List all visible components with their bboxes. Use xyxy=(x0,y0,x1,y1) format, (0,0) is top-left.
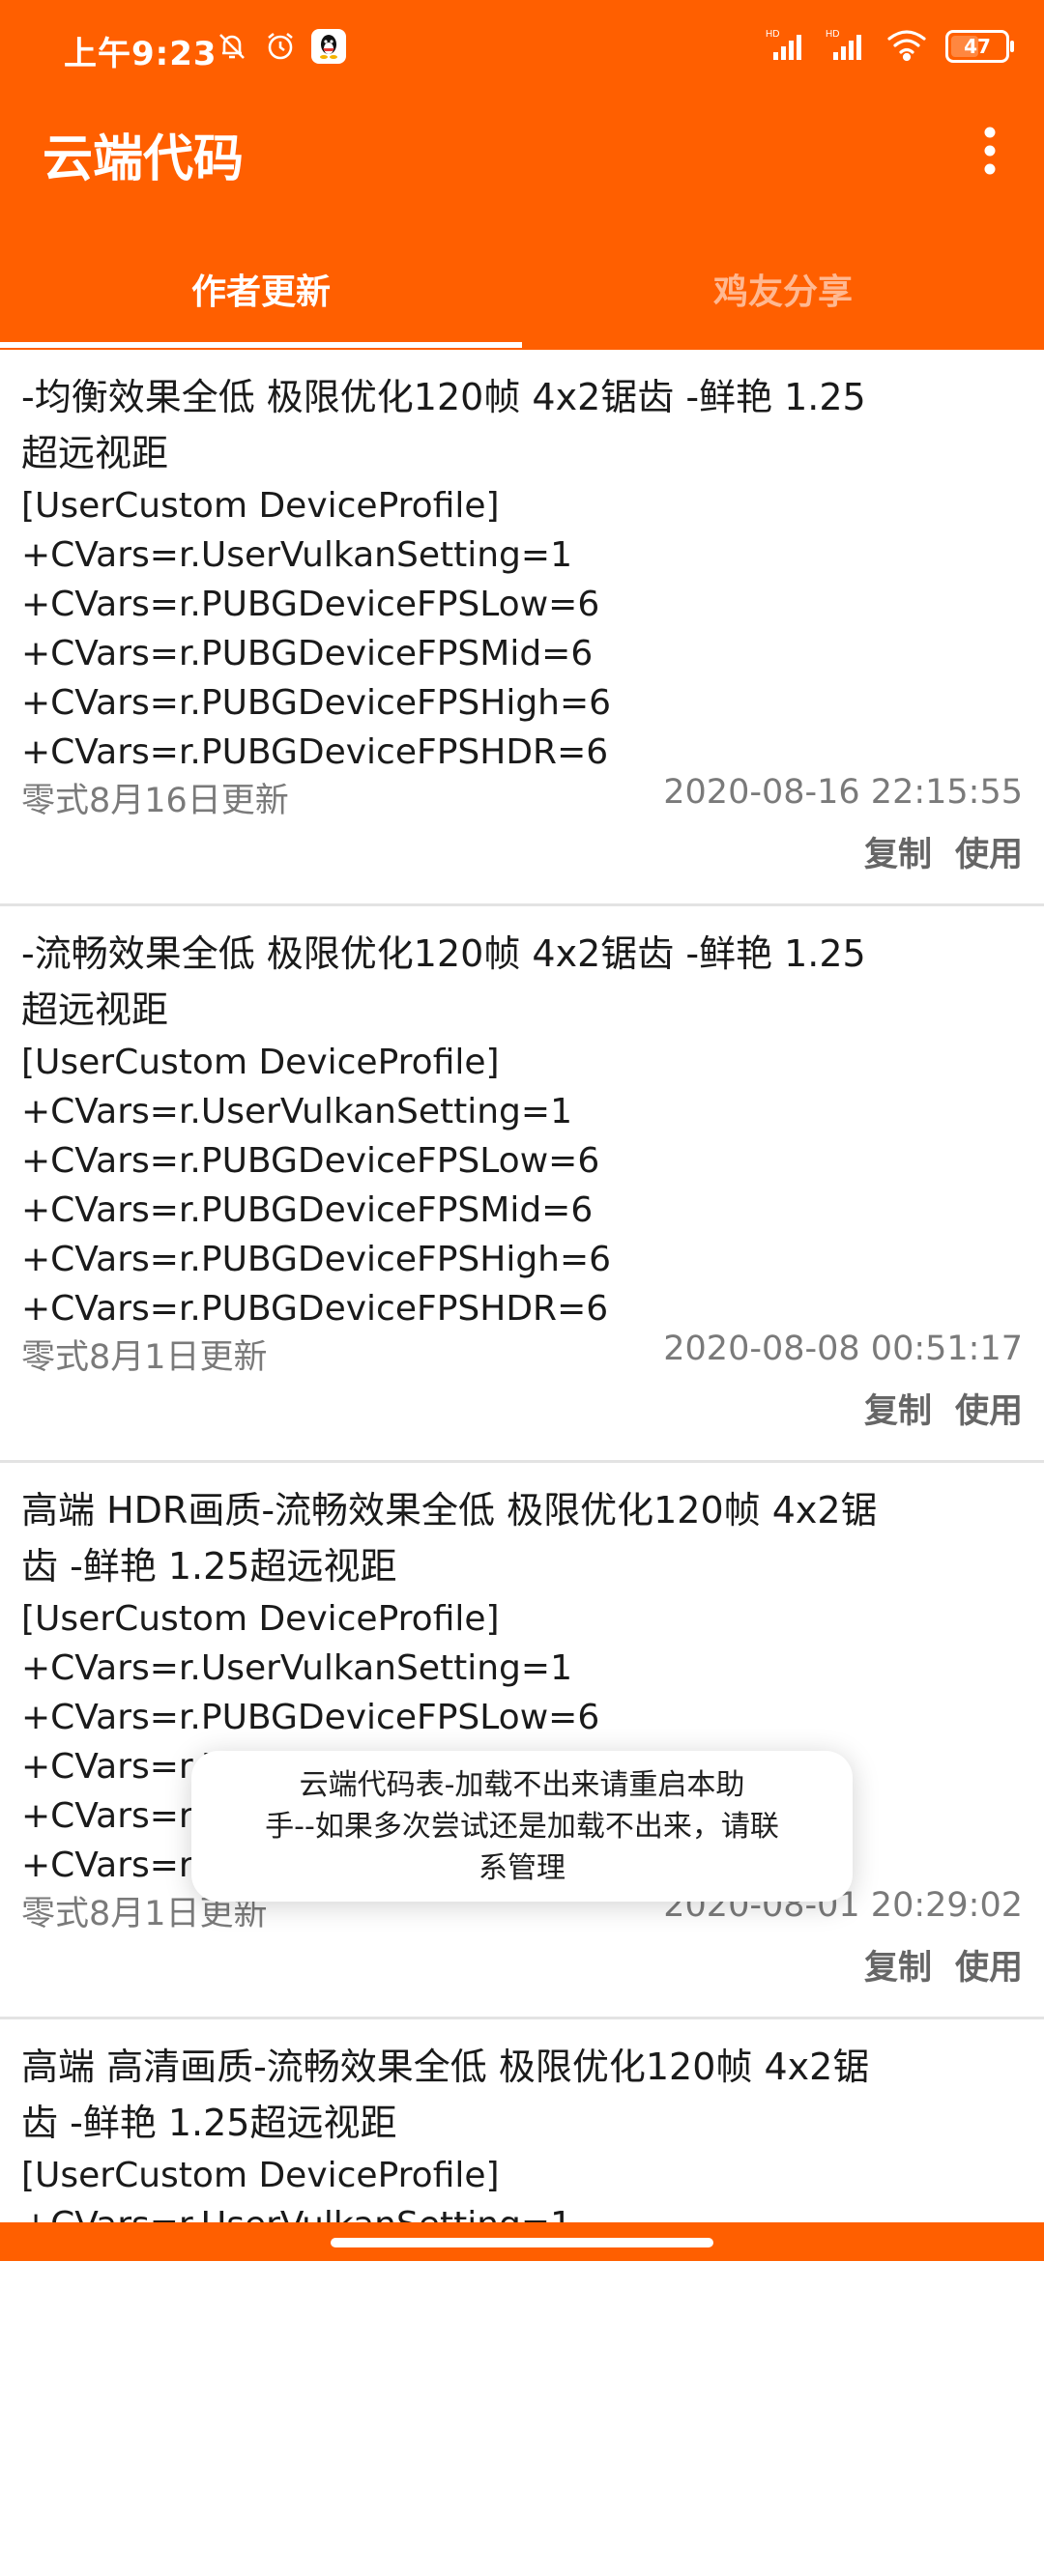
list-item[interactable]: -流畅效果全低 极限优化120帧 4x2锯齿 -鲜艳 1.25 超远视距 [Us… xyxy=(0,906,1044,1463)
item-note: 零式8月1日更新 xyxy=(21,1338,268,1377)
status-bar: 上午9:23 HD HD 47 xyxy=(0,0,1044,97)
copy-button[interactable]: 复制 xyxy=(864,1384,932,1433)
battery-level: 47 xyxy=(964,35,991,58)
bell-off-icon xyxy=(215,29,249,64)
item-date: 2020-08-16 22:15:55 xyxy=(663,773,1023,812)
toast-message: 云端代码表-加载不出来请重启本助 手--如果多次尝试还是加载不出来，请联 系管理 xyxy=(191,1751,853,1902)
item-title: 高端 高清画质-流畅效果全低 极限优化120帧 4x2锯 齿 -鲜艳 1.25超… xyxy=(21,2046,870,2144)
svg-text:HD: HD xyxy=(826,29,839,40)
tab-author-updates[interactable]: 作者更新 xyxy=(0,232,522,346)
alarm-clock-icon xyxy=(263,29,298,64)
signal-icon-2: HD xyxy=(826,27,868,66)
item-actions: 复制 使用 xyxy=(864,827,1023,876)
tab-friends-share[interactable]: 鸡友分享 xyxy=(522,232,1044,346)
status-left-icons xyxy=(215,29,346,64)
item-note: 零式8月16日更新 xyxy=(21,782,289,820)
list-item[interactable]: 高端 HDR画质-流畅效果全低 极限优化120帧 4x2锯 齿 -鲜艳 1.25… xyxy=(0,1463,1044,2019)
signal-icon: HD xyxy=(766,27,808,66)
tab-indicator xyxy=(0,342,522,348)
item-title: -流畅效果全低 极限优化120帧 4x2锯齿 -鲜艳 1.25 超远视距 xyxy=(21,932,866,1031)
list-item[interactable]: 高端 高清画质-流畅效果全低 极限优化120帧 4x2锯 齿 -鲜艳 1.25超… xyxy=(0,2019,1044,2576)
more-vert-icon xyxy=(984,127,996,175)
item-meta: 零式8月16日更新 2020-08-16 22:15:55 xyxy=(21,773,1023,823)
status-right-icons: HD HD 47 xyxy=(766,27,1014,66)
copy-button[interactable]: 复制 xyxy=(864,1940,932,1989)
item-actions: 复制 使用 xyxy=(864,1384,1023,1433)
status-time: 上午9:23 xyxy=(64,35,218,73)
navigation-bar xyxy=(0,2222,1044,2261)
tab-bar: 作者更新 鸡友分享 xyxy=(0,232,1044,350)
item-title: -均衡效果全低 极限优化120帧 4x2锯齿 -鲜艳 1.25 超远视距 xyxy=(21,376,866,474)
use-button[interactable]: 使用 xyxy=(955,827,1023,876)
item-code: [UserCustom DeviceProfile] +CVars=r.User… xyxy=(21,486,612,772)
more-options-button[interactable] xyxy=(961,116,1019,186)
svg-text:HD: HD xyxy=(766,29,779,40)
app-title: 云端代码 xyxy=(43,130,245,188)
use-button[interactable]: 使用 xyxy=(955,1940,1023,1989)
app-bar: 云端代码 xyxy=(0,97,1044,232)
item-date: 2020-08-08 00:51:17 xyxy=(663,1330,1023,1368)
copy-button[interactable]: 复制 xyxy=(864,827,932,876)
home-indicator[interactable] xyxy=(331,2238,713,2247)
item-meta: 零式8月1日更新 2020-08-08 00:51:17 xyxy=(21,1330,1023,1380)
item-actions: 复制 使用 xyxy=(864,1940,1023,1989)
item-title: 高端 HDR画质-流畅效果全低 极限优化120帧 4x2锯 齿 -鲜艳 1.25… xyxy=(21,1489,878,1588)
wifi-icon xyxy=(885,27,928,66)
qq-app-icon xyxy=(311,29,346,64)
battery-icon: 47 xyxy=(945,30,1014,63)
list-item[interactable]: -均衡效果全低 极限优化120帧 4x2锯齿 -鲜艳 1.25 超远视距 [Us… xyxy=(0,350,1044,906)
use-button[interactable]: 使用 xyxy=(955,1384,1023,1433)
item-code: [UserCustom DeviceProfile] +CVars=r.User… xyxy=(21,1043,612,1329)
